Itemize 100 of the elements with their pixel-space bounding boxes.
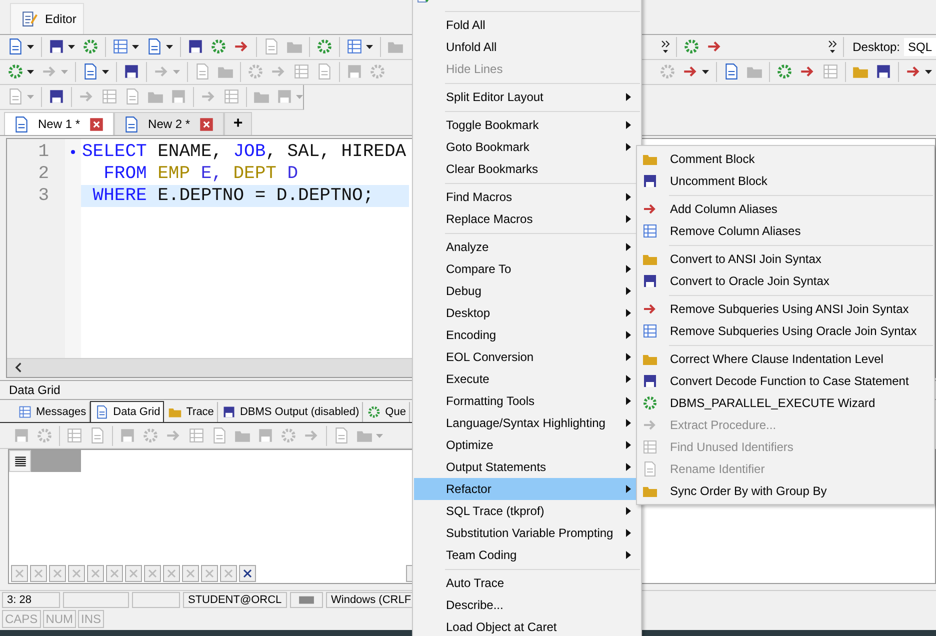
gear-icon (369, 63, 386, 80)
line-number: 1 (7, 141, 81, 164)
caret-icon (27, 44, 34, 49)
menu-item[interactable]: Load Object at Caret (414, 616, 640, 636)
document-icon (7, 38, 24, 56)
table-icon (18, 405, 32, 420)
menu-item[interactable]: Convert Decode Function to Case Statement (638, 370, 933, 392)
menu-item[interactable]: Replace Macros (414, 208, 640, 230)
caret-icon (61, 70, 68, 74)
desktop-label: Desktop: (852, 40, 900, 54)
menu-item[interactable]: Describe... (414, 594, 640, 616)
menu-item[interactable]: SQL Trace (tkprof) (414, 500, 640, 522)
table-icon (642, 323, 658, 339)
menu-item[interactable]: Output Statements (414, 456, 640, 478)
table-icon (112, 38, 129, 56)
table-icon (642, 223, 658, 239)
table-icon (66, 427, 83, 444)
caret-icon (27, 70, 34, 74)
menu-item[interactable]: Desktop (414, 302, 640, 324)
overflow-chevron-icon[interactable] (828, 40, 837, 54)
document-icon (82, 63, 99, 80)
key-indicator: INS (78, 610, 104, 628)
editor-tab[interactable]: New 1 * (4, 112, 114, 136)
caret-icon (68, 44, 75, 49)
gear-icon (659, 63, 676, 80)
table-icon (223, 88, 240, 106)
gear-icon (82, 38, 99, 56)
caret-icon (173, 70, 180, 74)
gear-icon (642, 395, 658, 411)
code-line: SELECT ENAME, JOB, SAL, HIREDA (81, 141, 408, 164)
document-icon (723, 63, 740, 80)
table-icon (188, 427, 205, 444)
gear-icon (210, 38, 227, 56)
menu-item[interactable]: Goto Bookmark (414, 136, 640, 158)
document-icon (13, 116, 30, 133)
menu-item[interactable]: Clear Bookmarks (414, 158, 640, 180)
menu-item[interactable]: Analyze (414, 236, 640, 258)
document-icon (124, 88, 141, 106)
navigator-button-icon[interactable] (239, 565, 256, 582)
row-header[interactable] (9, 450, 31, 472)
menu-item[interactable]: Correct Where Clause Indentation Level (638, 348, 933, 370)
line-number: 3 (37, 185, 50, 208)
menu-item[interactable]: Convert to ANSI Join Syntax (638, 248, 933, 270)
menu-item[interactable]: Remove Subqueries Using ANSI Join Syntax (638, 298, 933, 320)
document-icon (146, 38, 163, 56)
close-icon[interactable] (198, 116, 216, 133)
table-icon (293, 63, 310, 80)
menu-item[interactable]: Convert to Oracle Join Syntax (638, 270, 933, 292)
add-tab-button[interactable]: + (224, 112, 252, 136)
menu-item[interactable]: Execute (414, 368, 640, 390)
result-tab[interactable]: Trace (164, 402, 218, 422)
menu-item[interactable]: Fold All (414, 14, 640, 36)
document-icon (89, 427, 106, 444)
menu-item[interactable]: Toggle Bookmark (414, 114, 640, 136)
menu-item[interactable]: Substitution Variable Prompting (414, 522, 640, 544)
pencil-document-icon (21, 10, 38, 28)
document-icon (333, 427, 350, 444)
document-icon (7, 88, 24, 106)
menu-item[interactable]: Remove Subqueries Using Oracle Join Syntax (638, 320, 933, 342)
menu-item[interactable]: Optimize (414, 434, 640, 456)
menu-item[interactable]: Split Editor Layout (414, 86, 640, 108)
document-icon (642, 461, 658, 477)
caret-icon (166, 44, 173, 49)
code-line: FROM EMP E, DEPT D (102, 163, 300, 186)
gear-icon (247, 63, 264, 80)
menu-item[interactable]: EOL Conversion (414, 346, 640, 368)
gear-icon (142, 427, 159, 444)
result-tab[interactable]: Data Grid (90, 401, 164, 422)
editor-tab[interactable]: Editor (10, 2, 84, 34)
menu-item[interactable]: DBMS_PARALLEL_EXECUTE Wizard (638, 392, 933, 414)
result-tab[interactable]: Que (363, 402, 410, 422)
desktop-field[interactable]: SQL (904, 38, 936, 56)
menu-item[interactable]: Find Macros (414, 186, 640, 208)
menu-item[interactable]: Add Column Aliases (638, 198, 933, 220)
menu-item[interactable]: Formatting Tools (414, 390, 640, 412)
menu-item[interactable]: Debug (414, 280, 640, 302)
table-icon (101, 88, 118, 106)
document-icon (211, 427, 228, 444)
menu-item[interactable]: Remove Column Aliases (638, 220, 933, 242)
result-tab[interactable]: DBMS Output (disabled) (218, 402, 364, 422)
line-number: 2 (37, 163, 50, 186)
editor-tab[interactable]: New 2 * (114, 112, 224, 136)
gear-icon (776, 63, 793, 80)
gear-icon (367, 405, 382, 420)
menu-item[interactable]: Comment Block (638, 148, 933, 170)
caret-icon (102, 70, 109, 74)
menu-item[interactable]: Unfold All (414, 36, 640, 58)
menu-item[interactable]: Compare To (414, 258, 640, 280)
document-icon (263, 38, 280, 56)
gear-icon (683, 38, 700, 56)
menu-item[interactable]: Team Coding (414, 544, 640, 566)
menu-item[interactable]: Uncomment Block (638, 170, 933, 192)
menu-item[interactable]: Sync Order By with Group By (638, 480, 933, 502)
menu-item[interactable]: Auto Trace (414, 572, 640, 594)
menu-item[interactable]: Language/Syntax Highlighting (414, 412, 640, 434)
overflow-chevron-icon[interactable] (661, 40, 670, 54)
close-icon[interactable] (88, 116, 106, 133)
connection-status: STUDENT@ORCL (183, 592, 287, 608)
menu-item[interactable]: Encoding (414, 324, 640, 346)
gear-icon (280, 427, 297, 444)
